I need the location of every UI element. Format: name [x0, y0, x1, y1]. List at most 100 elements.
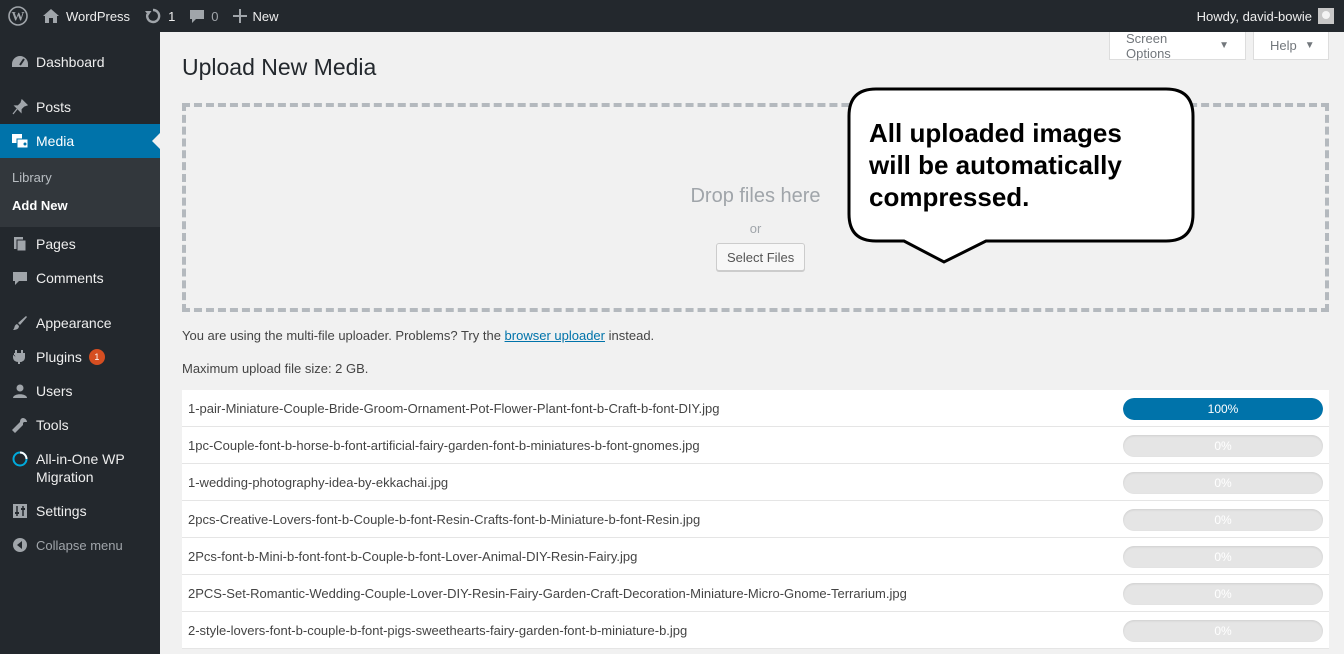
media-item-row: 1-wedding-photography-idea-by-ekkachai.j…	[182, 464, 1329, 501]
callout-text: All uploaded images will be automaticall…	[869, 118, 1122, 212]
sidebar-item-tools[interactable]: Tools	[0, 408, 160, 442]
uploader-info: You are using the multi-file uploader. P…	[182, 328, 654, 343]
sidebar-label-dashboard: Dashboard	[36, 54, 105, 70]
sidebar-item-settings[interactable]: Settings	[0, 494, 160, 528]
sidebar-label-posts: Posts	[36, 99, 72, 115]
updates-count: 1	[168, 8, 176, 24]
media-item-filename: 2Pcs-font-b-Mini-b-font-font-b-Couple-b-…	[188, 549, 638, 564]
progress-percent: 100%	[1207, 402, 1239, 416]
pushpin-icon	[10, 99, 30, 115]
comments-count: 0	[211, 8, 219, 24]
updates-icon	[144, 7, 162, 25]
media-item-row: 2-style-lovers-font-b-couple-b-font-pigs…	[182, 612, 1329, 649]
sidebar-item-users[interactable]: Users	[0, 374, 160, 408]
upload-progress-bar: 0%	[1123, 435, 1323, 457]
upload-progress-bar: 0%	[1123, 546, 1323, 568]
upload-progress-bar: 0%	[1123, 583, 1323, 605]
sidebar-label-tools: Tools	[36, 417, 69, 433]
avatar	[1318, 8, 1334, 24]
progress-percent: 0%	[1214, 624, 1232, 638]
admin-bar: W WordPress 1 0 New Howdy, david-bowie	[0, 0, 1344, 32]
caret-down-icon: ▼	[1219, 40, 1229, 51]
submenu-item-add-new[interactable]: Add New	[0, 192, 160, 220]
caret-down-icon: ▼	[1304, 40, 1315, 51]
settings-sliders-icon	[10, 503, 30, 519]
sidebar-item-pages[interactable]: Pages	[0, 227, 160, 261]
wordpress-logo-button[interactable]: W	[0, 0, 35, 32]
howdy-text: Howdy, david-bowie	[1196, 8, 1312, 24]
media-submenu: Library Add New	[0, 158, 160, 227]
sidebar-label-appearance: Appearance	[36, 315, 112, 331]
help-button[interactable]: Help ▼	[1253, 32, 1329, 60]
media-item-row: 1-pair-Miniature-Couple-Bride-Groom-Orna…	[182, 390, 1329, 427]
admin-sidebar: Dashboard Posts Media Library Add New Pa…	[0, 32, 160, 654]
upload-progress-bar: 100%	[1123, 398, 1323, 420]
upload-progress-bar: 0%	[1123, 472, 1323, 494]
collapse-arrow-icon	[10, 537, 30, 553]
pages-icon	[10, 236, 30, 252]
media-item-row: 2pcs-Creative-Lovers-font-b-Couple-b-fon…	[182, 501, 1329, 538]
sidebar-label-settings: Settings	[36, 503, 87, 519]
comments-link[interactable]: 0	[182, 0, 225, 32]
migration-label-line2: Migration	[36, 469, 94, 485]
media-icon	[10, 133, 30, 149]
progress-percent: 0%	[1214, 550, 1232, 564]
sidebar-label-plugins: Plugins	[36, 349, 82, 365]
my-account-link[interactable]: Howdy, david-bowie	[1190, 0, 1344, 32]
screen-options-label: Screen Options	[1126, 30, 1171, 61]
comment-bubble-icon	[189, 8, 205, 24]
sidebar-item-dashboard[interactable]: Dashboard	[0, 45, 160, 79]
submenu-item-library[interactable]: Library	[0, 164, 160, 192]
sidebar-item-appearance[interactable]: Appearance	[0, 306, 160, 340]
updates-link[interactable]: 1	[137, 0, 182, 32]
home-icon	[42, 8, 60, 24]
site-name-link[interactable]: WordPress	[35, 0, 137, 32]
sidebar-item-comments[interactable]: Comments	[0, 261, 160, 295]
media-item-filename: 1pc-Couple-font-b-horse-b-font-artificia…	[188, 438, 700, 453]
select-files-button[interactable]: Select Files	[716, 243, 806, 271]
dashboard-gauge-icon	[10, 54, 30, 70]
help-label: Help	[1270, 38, 1297, 53]
sidebar-label-comments: Comments	[36, 270, 104, 286]
media-item-row: 2PCS-Set-Romantic-Wedding-Couple-Lover-D…	[182, 575, 1329, 612]
sidebar-label-pages: Pages	[36, 236, 76, 252]
max-upload-size: Maximum upload file size: 2 GB.	[182, 361, 369, 376]
migration-label-line1: All-in-One WP	[36, 451, 125, 467]
sidebar-label-media: Media	[36, 133, 75, 149]
svg-text:W: W	[12, 9, 25, 24]
upload-progress-bar: 0%	[1123, 620, 1323, 642]
media-items-list: 1-pair-Miniature-Couple-Bride-Groom-Orna…	[182, 390, 1329, 649]
comments-icon	[10, 270, 30, 286]
wordpress-logo-icon: W	[8, 6, 28, 26]
collapse-menu-button[interactable]: Collapse menu	[0, 528, 160, 562]
sidebar-item-all-in-one-wp-migration[interactable]: All-in-One WP Migration	[0, 442, 160, 494]
sidebar-item-media[interactable]: Media	[0, 124, 160, 158]
sidebar-label-collapse: Collapse menu	[36, 537, 123, 553]
media-item-filename: 2PCS-Set-Romantic-Wedding-Couple-Lover-D…	[188, 586, 907, 601]
progress-percent: 0%	[1214, 587, 1232, 601]
sidebar-label-migration: All-in-One WP Migration	[36, 450, 125, 486]
media-item-filename: 2-style-lovers-font-b-couple-b-font-pigs…	[188, 623, 688, 638]
page-title: Upload New Media	[182, 54, 377, 80]
site-name: WordPress	[66, 8, 131, 24]
plus-icon	[232, 9, 247, 23]
sidebar-item-plugins[interactable]: Plugins 1	[0, 340, 160, 374]
uploader-info-prefix: You are using the multi-file uploader. P…	[182, 328, 501, 343]
new-label: New	[252, 8, 279, 24]
plugins-update-badge: 1	[88, 349, 105, 365]
screen-options-button[interactable]: Screen Options ▼	[1109, 30, 1246, 61]
sidebar-item-posts[interactable]: Posts	[0, 90, 160, 124]
upload-progress-bar: 0%	[1123, 509, 1323, 531]
progress-percent: 0%	[1214, 439, 1232, 453]
browser-uploader-link[interactable]: browser uploader	[505, 328, 605, 343]
users-icon	[10, 383, 30, 399]
uploader-info-suffix: instead.	[608, 328, 655, 343]
plug-icon	[10, 349, 30, 365]
progress-percent: 0%	[1214, 513, 1232, 527]
paintbrush-icon	[10, 315, 30, 331]
wrench-icon	[10, 417, 30, 433]
media-item-row: 2Pcs-font-b-Mini-b-font-font-b-Couple-b-…	[182, 538, 1329, 575]
media-item-filename: 2pcs-Creative-Lovers-font-b-Couple-b-fon…	[188, 512, 701, 527]
new-content-link[interactable]: New	[226, 0, 286, 32]
migration-icon	[10, 451, 30, 467]
